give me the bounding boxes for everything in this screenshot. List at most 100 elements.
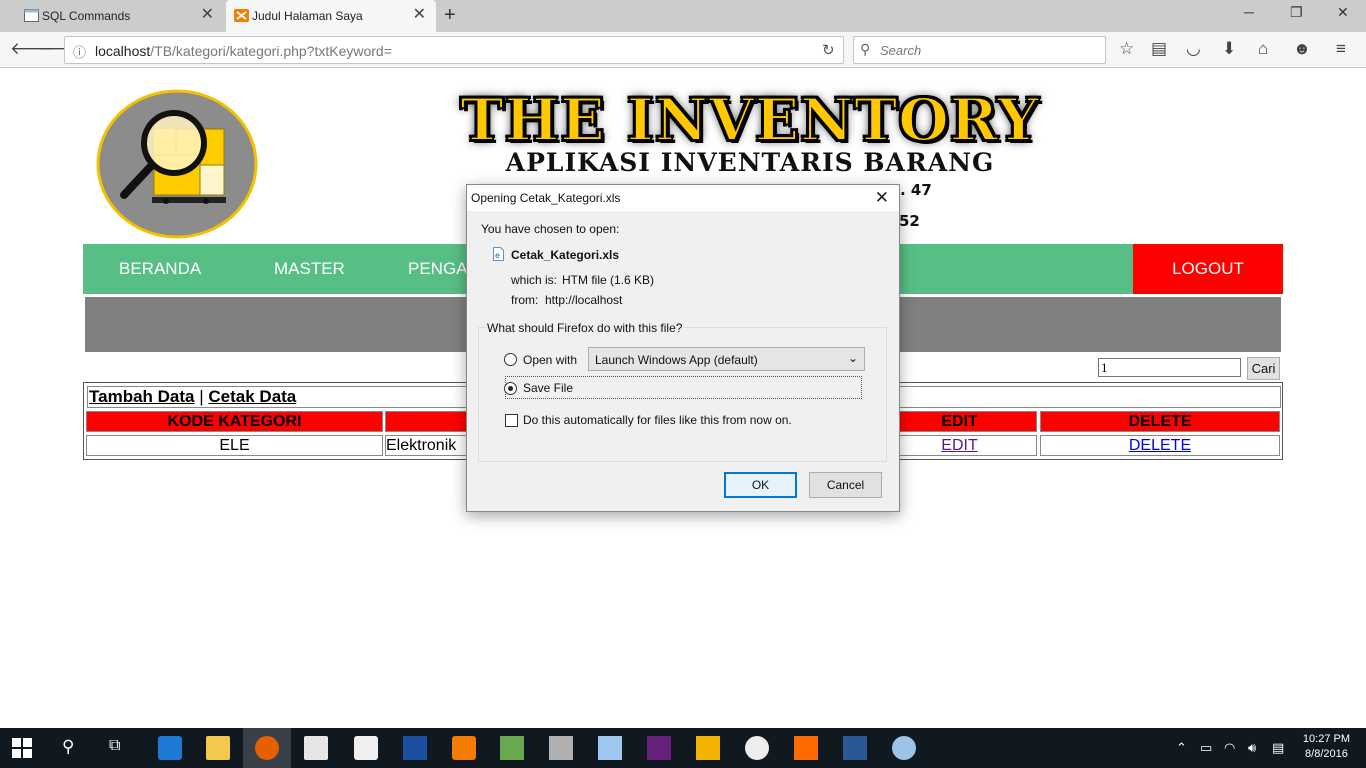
store-icon[interactable]: [304, 736, 328, 760]
cari-button[interactable]: Cari: [1247, 357, 1280, 380]
menu-beranda[interactable]: BERANDA: [119, 259, 201, 279]
search-bar[interactable]: ⚲ Search: [853, 36, 1106, 64]
tab-judul-halaman[interactable]: Judul Halaman Saya ✕: [226, 0, 436, 32]
menu-pengadaan[interactable]: PENGA: [408, 259, 468, 279]
url-text: localhost/TB/kategori/kategori.php?txtKe…: [95, 43, 392, 59]
home-icon[interactable]: ⌂: [1258, 40, 1268, 58]
winamp-icon[interactable]: [696, 736, 720, 760]
chevron-up-icon[interactable]: ⌃: [1176, 740, 1187, 756]
save-file-radio[interactable]: [504, 382, 517, 395]
action-question: What should Firefox do with this file?: [486, 321, 684, 335]
notepad-plus-icon[interactable]: [500, 736, 524, 760]
table-cell-kode: ELE: [86, 435, 383, 456]
paint-icon[interactable]: [892, 736, 916, 760]
chevron-down-icon: ⌄: [847, 351, 858, 365]
tab-sql-commands[interactable]: SQL Commands ✕: [16, 0, 224, 32]
link-separator: |: [199, 387, 204, 406]
clock-time: 10:27 PM: [1302, 733, 1350, 745]
notifications-icon[interactable]: ▤: [1272, 740, 1284, 756]
file-name: Cetak_Kategori.xls: [511, 248, 620, 262]
wifi-icon[interactable]: ◠: [1224, 740, 1235, 756]
ok-button[interactable]: OK: [724, 472, 797, 498]
downloads-icon[interactable]: ⬇: [1222, 40, 1236, 58]
menu-icon[interactable]: ≡: [1336, 40, 1346, 58]
mi-icon[interactable]: [794, 736, 818, 760]
camera-icon[interactable]: [354, 736, 378, 760]
tools-icon[interactable]: [549, 736, 573, 760]
windows-start-icon[interactable]: [12, 738, 32, 758]
hello-icon[interactable]: ☻: [1293, 40, 1311, 58]
visual-studio-icon[interactable]: [647, 736, 671, 760]
restore-icon[interactable]: ❐: [1290, 4, 1303, 21]
cancel-button[interactable]: Cancel: [809, 472, 882, 498]
address-line-1: . 47: [900, 181, 932, 199]
download-dialog: Opening Cetak_Kategori.xls ✕ You have ch…: [466, 184, 900, 512]
close-tab-icon[interactable]: ✕: [201, 7, 214, 23]
tab-label: Judul Halaman Saya: [252, 9, 363, 23]
firefox-taskbar-item[interactable]: [243, 728, 291, 768]
close-tab-icon[interactable]: ✕: [413, 7, 426, 23]
radio-selected-dot: [508, 386, 513, 391]
url-bar[interactable]: ⓘ localhost/TB/kategori/kategori.php?txt…: [64, 36, 844, 64]
open-with-select[interactable]: Launch Windows App (default) ⌄: [588, 347, 865, 371]
auto-checkbox[interactable]: [505, 414, 518, 427]
tab-label: SQL Commands: [42, 9, 131, 23]
svg-text:e: e: [495, 251, 500, 260]
menu-master[interactable]: MASTER: [274, 259, 345, 279]
dialog-close-icon[interactable]: ✕: [875, 188, 889, 208]
reading-list-icon[interactable]: ▤: [1151, 40, 1167, 58]
clock[interactable]: 10:27 PM 8/8/2016: [1303, 732, 1350, 762]
tambah-data-link[interactable]: Tambah Data: [89, 387, 195, 406]
chosen-label: You have chosen to open:: [481, 222, 620, 236]
file-icon: e: [493, 247, 504, 261]
page-subtitle: APLIKASI INVENTARIS BARANG: [505, 148, 995, 177]
word-icon[interactable]: [843, 736, 867, 760]
page-title: THE INVENTORY: [459, 85, 1040, 155]
firefox-icon: [255, 736, 279, 760]
dialog-titlebar[interactable]: Opening Cetak_Kategori.xls ✕: [467, 185, 899, 211]
keyword-input[interactable]: 1: [1098, 358, 1241, 377]
task-view-icon[interactable]: ⧉: [109, 737, 120, 755]
volume-icon[interactable]: 🔊︎: [1248, 740, 1256, 756]
file-type: HTM file (1.6 KB): [562, 273, 655, 287]
xampp-icon[interactable]: [452, 736, 476, 760]
inventory-logo: [96, 89, 258, 239]
save-file-label[interactable]: Save File: [523, 381, 573, 395]
search-placeholder: Search: [880, 43, 922, 58]
delete-link[interactable]: DELETE: [1129, 437, 1191, 454]
tab-strip: SQL Commands ✕ Judul Halaman Saya ✕ + ─ …: [0, 0, 1366, 32]
itunes-icon[interactable]: [745, 736, 769, 760]
header-delete: DELETE: [1040, 411, 1280, 432]
logout-button[interactable]: LOGOUT: [1133, 244, 1283, 294]
search-icon: ⚲: [860, 41, 871, 57]
which-is-label: which is:: [511, 273, 558, 287]
pocket-icon[interactable]: ◡: [1186, 40, 1201, 58]
cetak-data-link[interactable]: Cetak Data: [208, 387, 296, 406]
xampp-icon: [234, 9, 249, 22]
table-cell-edit: EDIT: [882, 435, 1037, 456]
clock-date: 8/8/2016: [1305, 748, 1348, 760]
devcpp-icon[interactable]: [403, 736, 427, 760]
search-icon[interactable]: ⚲: [62, 737, 74, 757]
address-line-2: 52: [899, 212, 920, 230]
page-icon: [24, 9, 39, 22]
file-explorer-icon[interactable]: [206, 736, 230, 760]
navigation-toolbar: 🡐 🡒 ⓘ localhost/TB/kategori/kategori.php…: [0, 32, 1366, 68]
header-kode-kategori: KODE KATEGORI: [86, 411, 383, 432]
dialog-title: Opening Cetak_Kategori.xls: [471, 191, 621, 205]
edge-icon[interactable]: [158, 736, 182, 760]
bookmark-star-icon[interactable]: ☆: [1119, 40, 1134, 58]
edit-link[interactable]: EDIT: [941, 437, 977, 454]
minimize-icon[interactable]: ─: [1244, 4, 1254, 20]
new-tab-icon[interactable]: +: [444, 4, 456, 27]
auto-label[interactable]: Do this automatically for files like thi…: [523, 413, 792, 427]
virtualbox-icon[interactable]: [598, 736, 622, 760]
reload-icon[interactable]: ↻: [822, 41, 835, 59]
open-with-radio[interactable]: [504, 353, 517, 366]
info-icon[interactable]: ⓘ: [73, 42, 86, 61]
window-close-icon[interactable]: ✕: [1337, 4, 1349, 21]
taskbar: ⚲ ⧉ ⌃ ▭ ◠ 🔊︎ ▤ 10:27 PM 8/8/2016: [0, 728, 1366, 768]
open-with-value: Launch Windows App (default): [595, 353, 758, 367]
open-with-label[interactable]: Open with: [523, 353, 577, 367]
battery-icon[interactable]: ▭: [1200, 740, 1212, 756]
